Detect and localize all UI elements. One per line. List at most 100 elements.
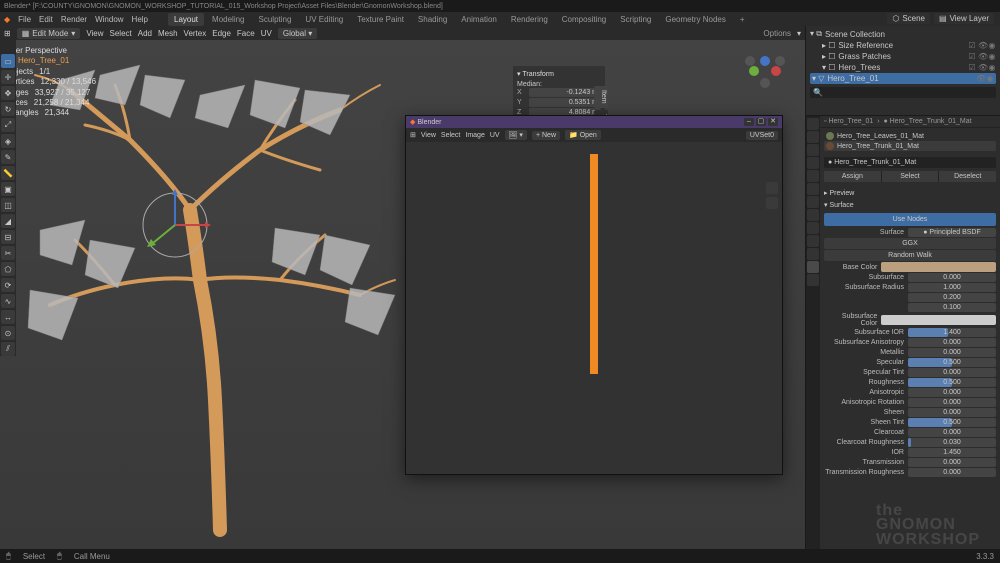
tool-cursor[interactable]: ✛ bbox=[1, 70, 15, 84]
uv-pan-icon[interactable] bbox=[766, 197, 778, 209]
mode-selector[interactable]: ▦Edit Mode▾ bbox=[17, 28, 81, 39]
tool-annotate[interactable]: ✎ bbox=[1, 150, 15, 164]
tool-move[interactable]: ✥ bbox=[1, 86, 15, 100]
ptab-particle[interactable] bbox=[807, 209, 819, 221]
param-3[interactable] bbox=[881, 315, 996, 325]
outliner[interactable]: ▾ ⧉Scene Collection ▸ ☐Size Reference☑👁◉… bbox=[806, 26, 1000, 116]
ptab-material[interactable] bbox=[807, 261, 819, 273]
uvmap-dd[interactable]: UVSet0 bbox=[746, 131, 778, 140]
ptab-world[interactable] bbox=[807, 170, 819, 182]
material-name[interactable]: ● Hero_Tree_Trunk_01_Mat bbox=[824, 157, 996, 168]
param-2-0[interactable]: 1.000 bbox=[908, 283, 996, 292]
vp-menu-uv[interactable]: UV bbox=[261, 29, 272, 38]
param-8[interactable]: 0.000 bbox=[908, 368, 996, 377]
tab-shading[interactable]: Shading bbox=[412, 13, 453, 26]
param-15[interactable]: 0.030 bbox=[908, 438, 996, 447]
editor-type-icon[interactable]: ⊞ bbox=[4, 29, 11, 38]
use-nodes-btn[interactable]: Use Nodes bbox=[824, 213, 996, 226]
vp-menu-face[interactable]: Face bbox=[237, 29, 255, 38]
ptab-render[interactable] bbox=[807, 118, 819, 130]
param-14[interactable]: 0.000 bbox=[908, 428, 996, 437]
sss-method-dd[interactable]: Random Walk bbox=[824, 250, 996, 261]
mat-slot-1[interactable]: Hero_Tree_Trunk_01_Mat bbox=[824, 141, 996, 151]
tool-rotate[interactable]: ↻ bbox=[1, 102, 15, 116]
btn-select[interactable]: Select bbox=[881, 171, 939, 182]
param-10[interactable]: 0.000 bbox=[908, 388, 996, 397]
ptab-modifier[interactable] bbox=[807, 196, 819, 208]
tab-render[interactable]: Rendering bbox=[505, 13, 554, 26]
ptab-texture[interactable] bbox=[807, 274, 819, 286]
obj-hero-tree-01[interactable]: ▾ ▽Hero_Tree_01👁◉ bbox=[810, 73, 996, 84]
col-size-ref[interactable]: ▸ ☐Size Reference☑👁◉ bbox=[810, 40, 996, 51]
uv-new-btn[interactable]: + New bbox=[532, 131, 560, 140]
tool-slide[interactable]: ↔ bbox=[1, 310, 15, 324]
param-1[interactable]: 0.000 bbox=[908, 273, 996, 282]
menu-render[interactable]: Render bbox=[61, 15, 87, 24]
blender-icon[interactable]: ◆ bbox=[4, 15, 10, 24]
tab-layout[interactable]: Layout bbox=[168, 13, 204, 26]
param-4[interactable]: 1.400 bbox=[908, 328, 996, 337]
ntab-item[interactable]: Item bbox=[594, 86, 608, 108]
vp-menu-add[interactable]: Add bbox=[138, 29, 152, 38]
uv-editor-window[interactable]: ◆ Blender –▢✕ ⊞ View Select Image UV 🖼 ▾… bbox=[405, 115, 783, 475]
tool-loopcut[interactable]: ⊟ bbox=[1, 230, 15, 244]
tool-poly[interactable]: ⬠ bbox=[1, 262, 15, 276]
vp-menu-select[interactable]: Select bbox=[110, 29, 132, 38]
mat-slot-0[interactable]: Hero_Tree_Leaves_01_Mat bbox=[824, 131, 996, 141]
viewlayer-selector[interactable]: ▤View Layer bbox=[934, 13, 994, 24]
tool-smooth[interactable]: ∿ bbox=[1, 294, 15, 308]
scene-selector[interactable]: ⬡Scene bbox=[887, 13, 930, 24]
col-hero-trees[interactable]: ▾ ☐Hero_Trees☑👁◉ bbox=[810, 62, 996, 73]
tab-script[interactable]: Scripting bbox=[614, 13, 657, 26]
col-grass[interactable]: ▸ ☐Grass Patches☑👁◉ bbox=[810, 51, 996, 62]
vp-menu-view[interactable]: View bbox=[86, 29, 103, 38]
btn-deselect[interactable]: Deselect bbox=[938, 171, 996, 182]
vp-menu-mesh[interactable]: Mesh bbox=[158, 29, 178, 38]
param-7[interactable]: 0.500 bbox=[908, 358, 996, 367]
tab-sculpting[interactable]: Sculpting bbox=[253, 13, 298, 26]
uv-menu-uv[interactable]: UV bbox=[490, 132, 500, 139]
outliner-search[interactable]: 🔍 bbox=[810, 87, 996, 98]
tool-inset[interactable]: ◫ bbox=[1, 198, 15, 212]
param-12[interactable]: 0.000 bbox=[908, 408, 996, 417]
tool-measure[interactable]: 📏 bbox=[1, 166, 15, 180]
menu-file[interactable]: File bbox=[18, 15, 31, 24]
max-btn[interactable]: ▢ bbox=[756, 118, 766, 126]
menu-window[interactable]: Window bbox=[95, 15, 123, 24]
ptab-output[interactable] bbox=[807, 131, 819, 143]
orientation-dd[interactable]: Global ▾ bbox=[278, 28, 317, 39]
menu-edit[interactable]: Edit bbox=[39, 15, 53, 24]
uv-canvas[interactable] bbox=[406, 142, 782, 474]
uv-menu-image[interactable]: Image bbox=[465, 132, 484, 139]
vp-menu-vertex[interactable]: Vertex bbox=[184, 29, 207, 38]
vp-options[interactable]: Options bbox=[763, 29, 791, 38]
tab-texpaint[interactable]: Texture Paint bbox=[351, 13, 410, 26]
ptab-physics[interactable] bbox=[807, 222, 819, 234]
param-5[interactable]: 0.000 bbox=[908, 338, 996, 347]
transform-header[interactable]: ▾ Transform bbox=[517, 70, 601, 78]
param-11[interactable]: 0.000 bbox=[908, 398, 996, 407]
tool-knife[interactable]: ✂ bbox=[1, 246, 15, 260]
shader-dd[interactable]: ● Principled BSDF bbox=[908, 228, 996, 237]
param-18[interactable]: 0.000 bbox=[908, 468, 996, 477]
preview-header[interactable]: ▸ Preview bbox=[824, 187, 996, 199]
ptab-data[interactable] bbox=[807, 248, 819, 260]
param-9[interactable]: 0.500 bbox=[908, 378, 996, 387]
param-13[interactable]: 0.500 bbox=[908, 418, 996, 427]
vp-menu-edge[interactable]: Edge bbox=[212, 29, 231, 38]
param-6[interactable]: 0.000 bbox=[908, 348, 996, 357]
param-2-2[interactable]: 0.100 bbox=[908, 303, 996, 312]
ptab-scene[interactable] bbox=[807, 157, 819, 169]
tool-scale[interactable]: ⤢ bbox=[1, 118, 15, 132]
uv-zoom-icon[interactable] bbox=[766, 182, 778, 194]
tool-select[interactable]: ▭ bbox=[1, 54, 15, 68]
param-17[interactable]: 0.000 bbox=[908, 458, 996, 467]
tool-rip[interactable]: ⫽ bbox=[1, 342, 15, 356]
tool-bevel[interactable]: ◢ bbox=[1, 214, 15, 228]
uv-titlebar[interactable]: ◆ Blender –▢✕ bbox=[406, 116, 782, 128]
scene-collection[interactable]: ▾ ⧉Scene Collection bbox=[810, 28, 996, 40]
uv-open-btn[interactable]: 📁 Open bbox=[565, 130, 601, 140]
ptab-view[interactable] bbox=[807, 144, 819, 156]
tab-geo[interactable]: Geometry Nodes bbox=[659, 13, 731, 26]
tab-anim[interactable]: Animation bbox=[455, 13, 503, 26]
